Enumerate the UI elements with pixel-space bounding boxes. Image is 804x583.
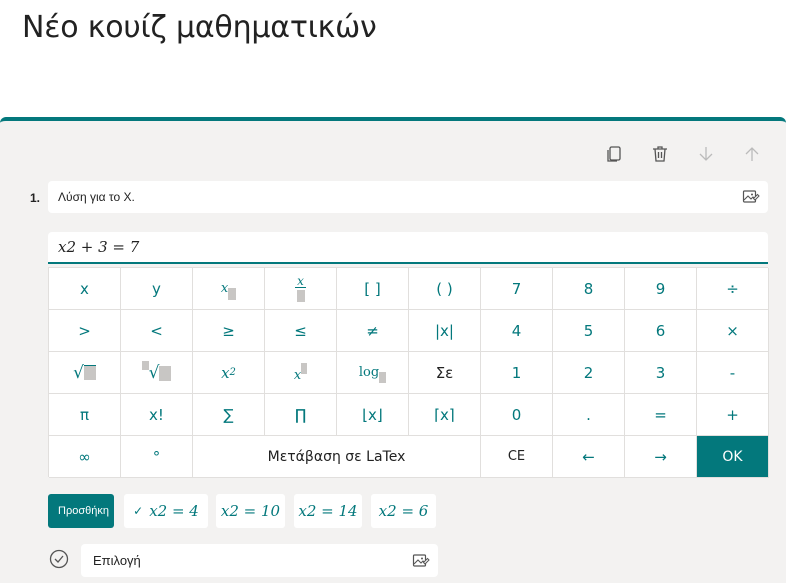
key-ceil[interactable]: ⌈x⌉	[409, 394, 481, 436]
question-number: 1.	[30, 191, 41, 205]
image-icon[interactable]	[412, 552, 430, 570]
suggestion-chip[interactable]: ✓ x2 = 4	[124, 494, 208, 528]
image-icon[interactable]	[742, 188, 760, 206]
add-answer-button[interactable]: Προσθήκη	[48, 494, 114, 528]
suggestion-chip[interactable]: x2 = 10	[216, 494, 285, 528]
key-log[interactable]: log	[337, 352, 409, 394]
key-1[interactable]: 1	[481, 352, 553, 394]
ok-button[interactable]: OK	[697, 436, 769, 478]
key-subscript[interactable]: x	[193, 268, 265, 310]
key-fraction[interactable]: x	[265, 268, 337, 310]
key-y[interactable]: y	[121, 268, 193, 310]
equation-input[interactable]: x2 + 3 = 7	[48, 232, 768, 264]
clear-entry-button[interactable]: CE	[481, 436, 553, 478]
trash-icon[interactable]	[649, 143, 671, 165]
question-card: 1. Λύση για το X. x2 + 3 = 7 x y x x [ ]…	[0, 117, 786, 583]
key-square[interactable]: x2	[193, 352, 265, 394]
suggestion-chip[interactable]: x2 = 6	[371, 494, 436, 528]
key-pi[interactable]: π	[49, 394, 121, 436]
key-decimal[interactable]: .	[553, 394, 625, 436]
key-5[interactable]: 5	[553, 310, 625, 352]
latex-toggle-button[interactable]: Μετάβαση σε LaTex	[193, 436, 481, 478]
copy-icon[interactable]	[603, 143, 625, 165]
option-placeholder: Επιλογή	[93, 553, 141, 568]
key-multiply[interactable]: ×	[697, 310, 769, 352]
key-8[interactable]: 8	[553, 268, 625, 310]
key-infinity[interactable]: ∞	[49, 436, 121, 478]
key-4[interactable]: 4	[481, 310, 553, 352]
key-x[interactable]: x	[49, 268, 121, 310]
key-nth-root[interactable]: √	[121, 352, 193, 394]
cursor-left-button[interactable]: ←	[553, 436, 625, 478]
key-2[interactable]: 2	[553, 352, 625, 394]
key-6[interactable]: 6	[625, 310, 697, 352]
key-degree[interactable]: °	[121, 436, 193, 478]
key-plus[interactable]: +	[697, 394, 769, 436]
key-power[interactable]: x	[265, 352, 337, 394]
key-minus[interactable]: -	[697, 352, 769, 394]
check-icon: ✓	[133, 504, 144, 518]
key-greater-equal[interactable]: ≥	[193, 310, 265, 352]
key-greater[interactable]: >	[49, 310, 121, 352]
check-circle-icon[interactable]	[49, 549, 69, 569]
key-not-equal[interactable]: ≠	[337, 310, 409, 352]
question-text-field[interactable]: Λύση για το X.	[48, 181, 768, 213]
key-product[interactable]: ∏	[265, 394, 337, 436]
key-0[interactable]: 0	[481, 394, 553, 436]
key-7[interactable]: 7	[481, 268, 553, 310]
key-less[interactable]: <	[121, 310, 193, 352]
key-equals[interactable]: =	[625, 394, 697, 436]
key-floor[interactable]: ⌊x⌋	[337, 394, 409, 436]
key-absolute[interactable]: |x|	[409, 310, 481, 352]
suggestion-chip[interactable]: x2 = 14	[294, 494, 362, 528]
key-sum[interactable]: ∑	[193, 394, 265, 436]
key-sqrt[interactable]: √	[49, 352, 121, 394]
option-field[interactable]: Επιλογή	[81, 544, 438, 577]
key-less-equal[interactable]: ≤	[265, 310, 337, 352]
cursor-right-button[interactable]: →	[625, 436, 697, 478]
key-brackets[interactable]: [ ]	[337, 268, 409, 310]
question-text: Λύση για το X.	[58, 190, 135, 204]
page-title: Νέο κουίζ μαθηματικών	[22, 10, 377, 45]
key-sigma[interactable]: Σε	[409, 352, 481, 394]
arrow-down-icon[interactable]	[695, 143, 717, 165]
key-divide[interactable]: ÷	[697, 268, 769, 310]
key-parentheses[interactable]: ( )	[409, 268, 481, 310]
math-keypad: x y x x [ ] ( ) 7 8 9 ÷ > < ≥ ≤ ≠ |x| 4 …	[48, 267, 769, 478]
key-factorial[interactable]: x!	[121, 394, 193, 436]
arrow-up-icon[interactable]	[741, 143, 763, 165]
key-9[interactable]: 9	[625, 268, 697, 310]
key-3[interactable]: 3	[625, 352, 697, 394]
